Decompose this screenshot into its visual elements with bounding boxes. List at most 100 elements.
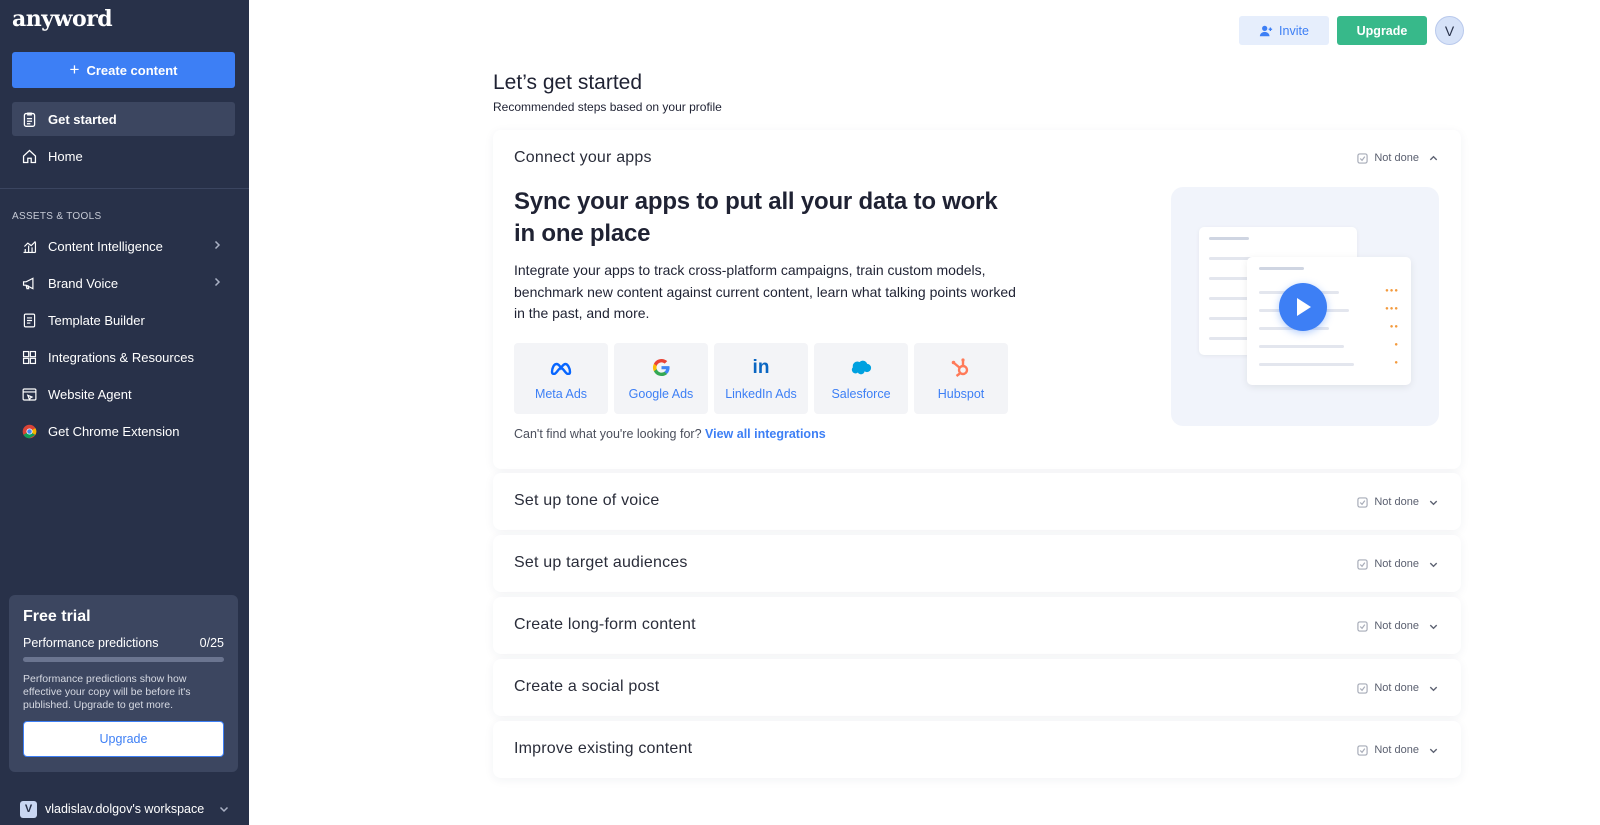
sidebar-item-website-agent[interactable]: Website Agent — [12, 377, 235, 411]
step-status-label: Not done — [1374, 558, 1419, 570]
step-status-toggle[interactable]: Not done — [1357, 682, 1439, 694]
chevron-down-icon — [1429, 624, 1438, 629]
step-status-label: Not done — [1374, 682, 1419, 694]
trial-metric-value: 0/25 — [199, 636, 224, 650]
document-icon — [23, 313, 36, 327]
step-status-toggle[interactable]: Not done — [1357, 558, 1439, 570]
workspace-switcher[interactable]: V vladislav.dolgov's workspace — [20, 800, 230, 818]
cant-find-text: Can't find what you're looking for? View… — [514, 427, 826, 441]
sidebar-item-get-started[interactable]: Get started — [12, 102, 235, 136]
play-video-button[interactable] — [1279, 283, 1327, 331]
sidebar-item-label: Integrations & Resources — [48, 349, 194, 365]
step-title: Set up target audiences — [514, 554, 688, 571]
integration-linkedin-ads[interactable]: in LinkedIn Ads — [714, 343, 808, 414]
trial-upgrade-button[interactable]: Upgrade — [23, 721, 224, 757]
chevron-right-icon — [214, 240, 221, 250]
create-content-button[interactable]: + Create content — [12, 52, 235, 88]
sidebar-item-label: Home — [48, 148, 83, 164]
page-title: Let’s get started — [493, 71, 643, 94]
step-status-toggle[interactable]: Not done — [1357, 152, 1439, 164]
preview-mock-instagram-card: ●●● ●●● ●● ● ● — [1247, 257, 1411, 385]
sidebar-item-template-builder[interactable]: Template Builder — [12, 303, 235, 337]
chevron-down-icon — [220, 806, 229, 813]
add-user-icon — [1259, 25, 1273, 36]
integration-meta-ads[interactable]: Meta Ads — [514, 343, 608, 414]
step-title[interactable]: Connect your apps — [514, 149, 652, 167]
integration-label: LinkedIn Ads — [725, 386, 797, 401]
user-avatar[interactable]: V — [1435, 16, 1464, 45]
integration-label: Google Ads — [628, 386, 694, 401]
step-card-improve-content[interactable]: Improve existing content Not done — [493, 721, 1461, 778]
view-all-integrations-link[interactable]: View all integrations — [705, 427, 826, 441]
sidebar-item-label: Website Agent — [48, 386, 132, 402]
chevron-right-icon — [214, 277, 221, 287]
cant-find-label: Can't find what you're looking for? — [514, 427, 702, 441]
chevron-down-icon — [1429, 748, 1438, 753]
google-icon — [650, 357, 672, 379]
step-title: Improve existing content — [514, 740, 693, 757]
sidebar-item-label: Template Builder — [48, 312, 145, 328]
chrome-icon — [22, 424, 37, 438]
sidebar-item-chrome-extension[interactable]: Get Chrome Extension — [12, 414, 235, 448]
invite-button[interactable]: Invite — [1239, 16, 1329, 45]
sidebar-item-home[interactable]: Home — [12, 139, 235, 173]
plus-icon: + — [69, 59, 80, 79]
step-card-social-post[interactable]: Create a social post Not done — [493, 659, 1461, 716]
integration-salesforce[interactable]: Salesforce — [814, 343, 908, 414]
check-icon — [1357, 152, 1369, 164]
invite-label: Invite — [1279, 23, 1309, 38]
sidebar-item-label: Brand Voice — [48, 275, 119, 291]
check-icon — [1357, 496, 1369, 508]
sidebar-item-content-intelligence[interactable]: Content Intelligence — [12, 229, 235, 263]
anyword-logo[interactable]: anyword — [12, 6, 113, 32]
meta-icon — [550, 357, 572, 379]
sidebar-item-label: Get started — [48, 111, 117, 127]
play-icon — [1297, 298, 1311, 316]
trial-progress-bar — [23, 657, 224, 662]
sidebar-item-label: Content Intelligence — [48, 238, 163, 254]
megaphone-icon — [22, 276, 34, 290]
free-trial-title: Free trial — [23, 608, 91, 625]
check-icon — [1357, 620, 1369, 632]
create-content-label: Create content — [86, 62, 178, 78]
browser-icon — [22, 387, 37, 401]
step-title: Create long-form content — [514, 616, 696, 633]
step-description: Integrate your apps to track cross-platf… — [514, 262, 1016, 321]
chevron-down-icon — [1429, 500, 1438, 505]
step-status-toggle[interactable]: Not done — [1357, 620, 1439, 632]
linkedin-icon: in — [752, 357, 770, 378]
sidebar-item-brand-voice[interactable]: Brand Voice — [12, 266, 235, 300]
step-status-label: Not done — [1374, 744, 1419, 756]
chevron-up-icon — [1429, 155, 1438, 160]
hubspot-icon — [950, 357, 972, 379]
trial-metric-row: Performance predictions 0/25 — [23, 636, 224, 650]
trial-metric-label: Performance predictions — [23, 636, 159, 650]
salesforce-icon — [850, 357, 872, 379]
chevron-down-icon — [1429, 686, 1438, 691]
step-status-toggle[interactable]: Not done — [1357, 496, 1439, 508]
check-icon — [1357, 744, 1369, 756]
step-status-toggle[interactable]: Not done — [1357, 744, 1439, 756]
workspace-avatar: V — [20, 800, 37, 818]
assets-tools-heading: ASSETS & TOOLS — [12, 211, 102, 222]
step-status-label: Not done — [1374, 152, 1419, 164]
step-card-long-form-content[interactable]: Create long-form content Not done — [493, 597, 1461, 654]
step-title: Create a social post — [514, 678, 660, 695]
video-preview[interactable]: ●●● ●●● ●● ● ● — [1171, 187, 1439, 426]
upgrade-button[interactable]: Upgrade — [1337, 16, 1427, 45]
step-card-connect-apps: Connect your apps Not done Sync your app… — [493, 130, 1461, 469]
home-icon — [22, 149, 37, 163]
workspace-name: vladislav.dolgov's workspace — [45, 802, 205, 816]
sidebar-item-label: Get Chrome Extension — [48, 423, 180, 439]
integration-hubspot[interactable]: Hubspot — [914, 343, 1008, 414]
step-headline: Sync your apps to put all your data to w… — [514, 188, 998, 247]
trial-description: Performance predictions show how effecti… — [23, 673, 191, 711]
step-card-target-audiences[interactable]: Set up target audiences Not done — [493, 535, 1461, 592]
sidebar-item-integrations-resources[interactable]: Integrations & Resources — [12, 340, 235, 374]
integration-google-ads[interactable]: Google Ads — [614, 343, 708, 414]
step-title: Set up tone of voice — [514, 492, 660, 509]
integration-label: Meta Ads — [534, 386, 588, 401]
step-card-tone-of-voice[interactable]: Set up tone of voice Not done — [493, 473, 1461, 530]
chevron-down-icon — [1429, 562, 1438, 567]
step-status-label: Not done — [1374, 496, 1419, 508]
